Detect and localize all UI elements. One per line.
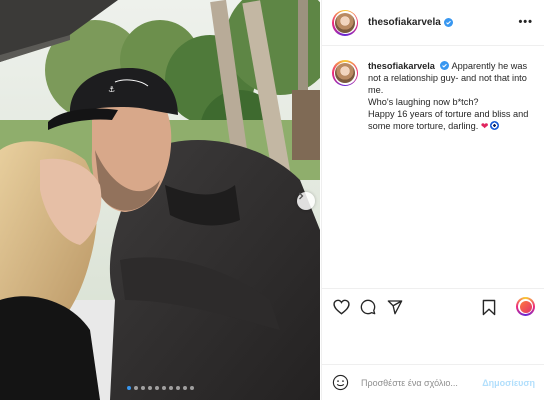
comment-bar: Δημοσίευση xyxy=(322,364,544,400)
comment-input[interactable] xyxy=(361,377,481,388)
more-horizontal-icon: ••• xyxy=(518,16,533,28)
heart-icon xyxy=(332,299,350,315)
comment-button[interactable] xyxy=(359,298,377,316)
post-header: thesofiakarvela ••• xyxy=(322,0,544,46)
verified-badge-icon xyxy=(443,18,453,27)
svg-text:⚓: ⚓ xyxy=(108,85,115,94)
story-avatar-badge[interactable] xyxy=(516,297,535,316)
save-button[interactable] xyxy=(480,298,498,316)
carousel-indicator xyxy=(0,386,320,390)
post-caption: thesofiakarvela Apparently he was not a … xyxy=(332,60,537,132)
action-bar xyxy=(322,288,544,324)
photo-illustration: ⚓ xyxy=(0,0,320,400)
story-icon xyxy=(519,300,532,313)
caption-line-3: Happy 16 years of torture and bliss and … xyxy=(368,109,529,131)
post-details-panel: thesofiakarvela ••• thesofiakarvela Appa… xyxy=(321,0,544,400)
post-photo[interactable]: ⚓ xyxy=(0,0,320,400)
share-button[interactable] xyxy=(386,298,404,316)
share-icon xyxy=(387,299,403,314)
carousel-dot xyxy=(189,386,194,390)
chevron-right-icon xyxy=(299,192,304,200)
header-username[interactable]: thesofiakarvela xyxy=(368,17,441,28)
like-button[interactable] xyxy=(332,298,350,316)
next-slide-button[interactable] xyxy=(297,192,315,210)
caption-avatar[interactable] xyxy=(332,60,358,86)
comment-icon xyxy=(360,299,376,314)
verified-badge-icon xyxy=(440,61,450,70)
post-comment-button[interactable]: Δημοσίευση xyxy=(482,378,535,388)
caption-line-2: Who's laughing now b*tch? xyxy=(368,97,479,107)
nazar-amulet-emoji-icon xyxy=(490,121,500,130)
carousel-dot xyxy=(168,386,173,390)
bookmark-icon xyxy=(482,299,496,315)
carousel-dot xyxy=(147,386,152,390)
carousel-dot xyxy=(161,386,166,390)
caption-username[interactable]: thesofiakarvela xyxy=(368,61,435,71)
caption-text: thesofiakarvela Apparently he was not a … xyxy=(368,60,533,132)
more-options-button[interactable]: ••• xyxy=(518,16,533,28)
carousel-dot xyxy=(175,386,180,390)
carousel-dot xyxy=(182,386,187,390)
carousel-dot xyxy=(140,386,145,390)
carousel-dot xyxy=(126,386,131,390)
emoji-picker-icon[interactable] xyxy=(332,374,349,391)
red-heart-emoji-icon: ❤ xyxy=(480,121,489,131)
carousel-dot xyxy=(154,386,159,390)
avatar[interactable] xyxy=(332,9,358,36)
carousel-dot xyxy=(133,386,138,390)
